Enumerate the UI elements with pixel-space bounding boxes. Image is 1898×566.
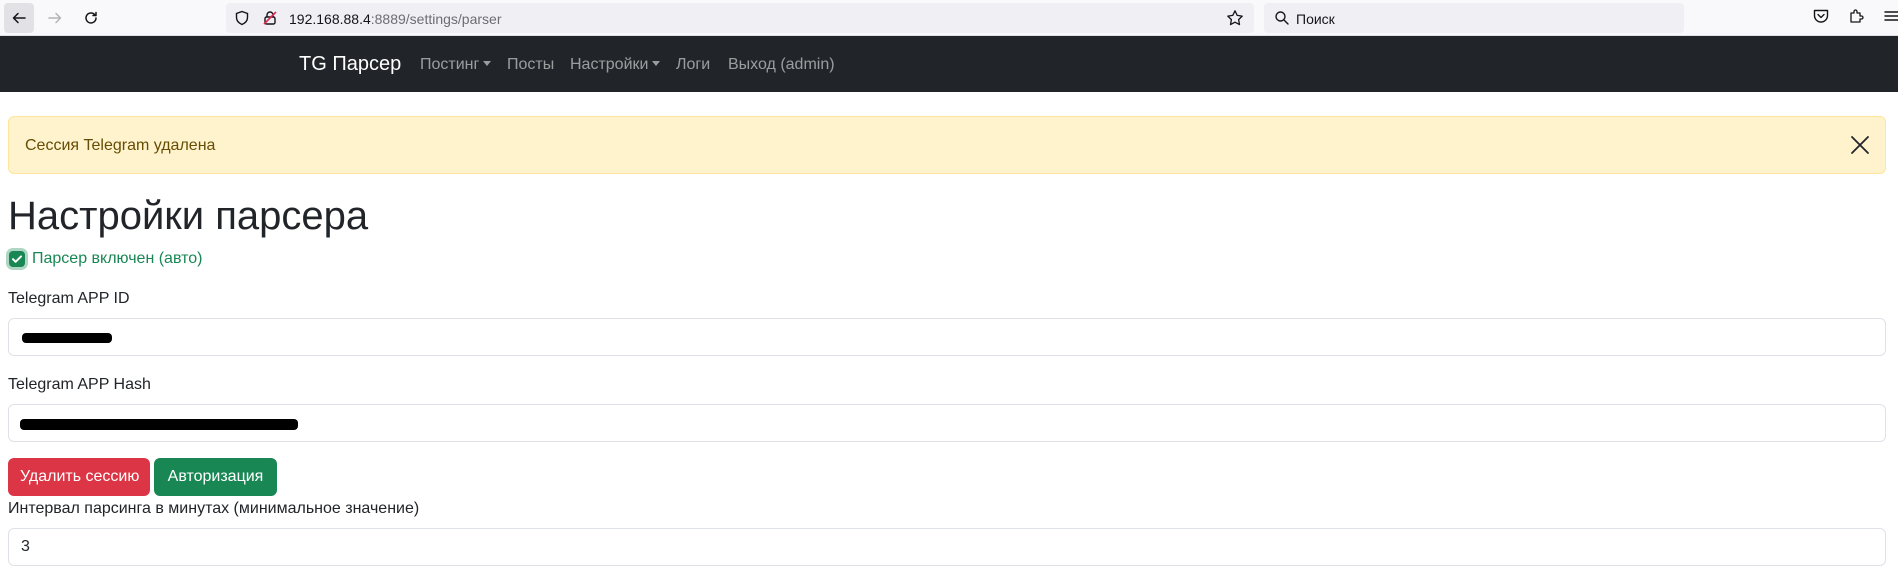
shield-icon[interactable] (234, 10, 250, 31)
back-button[interactable] (4, 3, 34, 33)
parser-enabled-checkbox[interactable] (9, 251, 25, 267)
pocket-icon[interactable] (1812, 7, 1830, 30)
nav-item-settings[interactable]: Настройки (570, 56, 661, 74)
url-path: :8889/settings/parser (370, 11, 502, 27)
app-hash-input[interactable] (8, 404, 1886, 442)
url-text[interactable]: 192.168.88.4:8889/settings/parser (289, 11, 502, 27)
menu-icon[interactable] (1884, 7, 1898, 30)
interval-input[interactable] (8, 528, 1886, 566)
nav-item-logout[interactable]: Выход (admin) (728, 56, 835, 74)
forward-button[interactable] (40, 3, 70, 33)
browser-search-bar[interactable]: Поиск (1264, 3, 1684, 33)
caret-down-icon (483, 61, 492, 66)
close-icon[interactable] (1849, 134, 1871, 161)
caret-down-icon (652, 61, 661, 66)
bookmark-star-icon[interactable] (1226, 9, 1244, 32)
app-hash-label: Telegram APP Hash (8, 376, 151, 393)
navbar-brand[interactable]: TG Парсер (299, 53, 401, 76)
nav-item-logs[interactable]: Логи (676, 56, 710, 74)
address-bar[interactable]: 192.168.88.4:8889/settings/parser (226, 3, 1254, 33)
nav-item-posts[interactable]: Посты (507, 56, 554, 74)
arrow-right-icon (48, 12, 62, 24)
delete-session-button[interactable]: Удалить сессию (8, 458, 150, 496)
interval-label: Интервал парсинга в минутах (минимальное… (8, 500, 420, 517)
search-placeholder: Поиск (1296, 11, 1335, 27)
navbar: TG Парсер Постинг Посты Настройки Логи В… (0, 36, 1898, 92)
checkmark-icon (12, 255, 22, 263)
nav-item-label: Настройки (570, 56, 649, 73)
extensions-icon[interactable] (1848, 7, 1866, 30)
insecure-lock-icon[interactable] (262, 10, 278, 31)
alert-warning: Сессия Telegram удалена (8, 116, 1886, 174)
parser-enabled-label[interactable]: Парсер включен (авто) (32, 250, 202, 268)
arrow-left-icon (12, 12, 26, 24)
url-host: 192.168.88.4 (289, 11, 371, 27)
nav-item-posting[interactable]: Постинг (420, 56, 492, 74)
app-id-label: Telegram APP ID (8, 290, 130, 307)
app-id-input[interactable] (8, 318, 1886, 356)
reload-button[interactable] (76, 3, 106, 33)
page-title: Настройки парсера (8, 194, 369, 238)
nav-item-label: Постинг (420, 56, 480, 73)
alert-message: Сессия Telegram удалена (25, 137, 216, 154)
authorize-button[interactable]: Авторизация (154, 458, 277, 496)
browser-toolbar: 192.168.88.4:8889/settings/parser Поиск (0, 0, 1898, 36)
search-icon (1274, 10, 1290, 31)
reload-icon (85, 11, 97, 24)
